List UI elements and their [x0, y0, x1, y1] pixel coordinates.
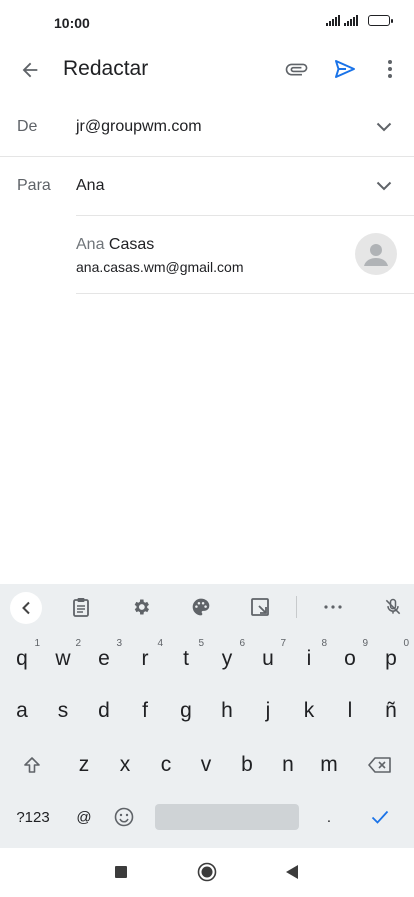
key-f[interactable]: f	[125, 688, 165, 734]
key-label: r	[141, 647, 149, 670]
keyboard-toolbar	[0, 584, 414, 630]
more-vert-icon[interactable]	[377, 54, 403, 84]
more-horiz-icon[interactable]	[321, 595, 345, 619]
key-label: p	[385, 647, 397, 670]
divider	[76, 293, 414, 294]
key-q[interactable]: q1	[2, 636, 42, 682]
key-hint: 3	[116, 638, 122, 649]
from-row[interactable]: De jr@groupwm.com	[0, 98, 414, 156]
battery-icon	[368, 15, 393, 26]
status-bar: 10:00	[0, 0, 414, 46]
chevron-down-icon[interactable]	[372, 174, 396, 198]
avatar	[355, 233, 397, 275]
key-label: y	[221, 647, 233, 670]
from-label: De	[17, 118, 38, 135]
suggestion-name: Ana Casas	[76, 236, 154, 254]
key-hint: 9	[362, 638, 368, 649]
key-label: u	[262, 647, 274, 670]
app-bar: Redactar	[0, 46, 414, 92]
clipboard-icon[interactable]	[69, 595, 93, 619]
key-g[interactable]: g	[166, 688, 206, 734]
chevron-left-icon[interactable]	[10, 592, 42, 624]
key-hint: 0	[403, 638, 409, 649]
backspace-icon[interactable]	[360, 742, 400, 788]
suggestion-email: ana.casas.wm@gmail.com	[76, 259, 244, 275]
resize-icon[interactable]	[248, 595, 272, 619]
key-k[interactable]: k	[289, 688, 329, 734]
status-time: 10:00	[54, 15, 90, 31]
key-hint: 7	[280, 638, 286, 649]
suggestion-name-rest: Casas	[104, 236, 155, 253]
paperclip-icon[interactable]	[281, 54, 311, 84]
back-triangle-icon[interactable]	[280, 860, 304, 884]
key-hint: 6	[239, 638, 245, 649]
divider	[76, 215, 414, 216]
key-label: w	[55, 647, 71, 670]
symbols-key[interactable]: ?123	[12, 794, 54, 840]
page-title: Redactar	[63, 57, 149, 80]
key-x[interactable]: x	[105, 742, 145, 788]
key-a[interactable]: a	[2, 688, 42, 734]
key-hint: 1	[34, 638, 40, 649]
recents-square-icon[interactable]	[109, 860, 133, 884]
key-c[interactable]: c	[146, 742, 186, 788]
gear-icon[interactable]	[129, 595, 153, 619]
home-circle-icon[interactable]	[195, 860, 219, 884]
mic-off-icon[interactable]	[381, 595, 405, 619]
key-label: i	[306, 647, 312, 670]
key-at[interactable]: @	[64, 794, 104, 840]
shift-icon[interactable]	[12, 742, 52, 788]
key-r[interactable]: r4	[125, 636, 165, 682]
key-v[interactable]: v	[186, 742, 226, 788]
key-e[interactable]: e3	[84, 636, 124, 682]
key-z[interactable]: z	[64, 742, 104, 788]
key-period[interactable]: .	[309, 794, 349, 840]
back-arrow-icon[interactable]	[14, 54, 46, 86]
suggestion-name-match: Ana	[76, 236, 105, 253]
contact-suggestion[interactable]: Ana Casas ana.casas.wm@gmail.com	[76, 218, 414, 293]
to-row[interactable]: Para Ana	[0, 157, 414, 215]
key-y[interactable]: y6	[207, 636, 247, 682]
send-icon[interactable]	[330, 54, 360, 84]
key-hint: 2	[75, 638, 81, 649]
from-value[interactable]: jr@groupwm.com	[76, 118, 202, 136]
key-o[interactable]: o9	[330, 636, 370, 682]
signal-icon	[326, 14, 340, 26]
navigation-bar	[0, 848, 414, 897]
key-d[interactable]: d	[84, 688, 124, 734]
key-label: o	[344, 647, 356, 670]
key-m[interactable]: m	[309, 742, 349, 788]
key-i[interactable]: i8	[289, 636, 329, 682]
toolbar-divider	[296, 596, 297, 618]
emoji-icon[interactable]	[104, 794, 144, 840]
key-j[interactable]: j	[248, 688, 288, 734]
chevron-down-icon[interactable]	[372, 115, 396, 139]
keyboard: q1 w2 e3 r4 t5 y6 u7 i8 o9 p0 a s d f g …	[0, 584, 414, 848]
key-b[interactable]: b	[227, 742, 267, 788]
key-p[interactable]: p0	[371, 636, 411, 682]
key-h[interactable]: h	[207, 688, 247, 734]
space-bar[interactable]	[155, 804, 299, 830]
key-l[interactable]: l	[330, 688, 370, 734]
key-n[interactable]: n	[268, 742, 308, 788]
checkmark-icon[interactable]	[360, 794, 400, 840]
key-hint: 8	[321, 638, 327, 649]
key-n-tilde[interactable]: ñ	[371, 688, 411, 734]
key-t[interactable]: t5	[166, 636, 206, 682]
key-u[interactable]: u7	[248, 636, 288, 682]
key-label: e	[98, 647, 110, 670]
key-label: t	[183, 647, 189, 670]
key-hint: 4	[157, 638, 163, 649]
key-label: q	[16, 647, 28, 670]
status-icons	[326, 14, 393, 26]
key-w[interactable]: w2	[43, 636, 83, 682]
key-hint: 5	[198, 638, 204, 649]
signal-icon	[344, 14, 358, 26]
to-label: Para	[17, 177, 51, 194]
key-s[interactable]: s	[43, 688, 83, 734]
to-input[interactable]: Ana	[76, 177, 104, 195]
palette-icon[interactable]	[189, 595, 213, 619]
